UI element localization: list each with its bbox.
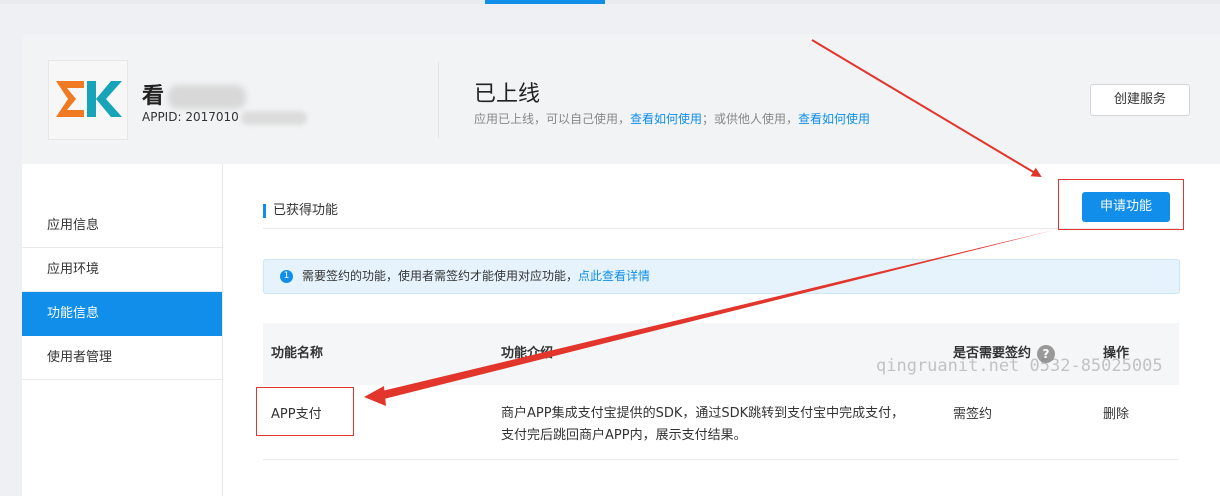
table-row-divider (263, 459, 1179, 460)
feature-description: 商户APP集成支付宝提供的SDK，通过SDK跳转到支付宝中完成支付， 支付完后跳… (501, 406, 905, 443)
sidebar: 应用信息 应用环境 功能信息 使用者管理 (22, 164, 223, 496)
sidebar-item-app-env[interactable]: 应用环境 (22, 248, 222, 292)
section-divider (263, 228, 1179, 229)
redacted-id-blur (240, 110, 307, 125)
delete-link[interactable]: 删除 (1103, 403, 1129, 422)
create-service-button[interactable]: 创建服务 (1090, 84, 1190, 116)
sidebar-item-app-info[interactable]: 应用信息 (22, 204, 222, 248)
annotation-box-apply (1058, 179, 1184, 230)
watermark: qingruanit.net 0532-85025005 (876, 356, 1163, 376)
app-id: APPID: 2017010 (142, 110, 307, 125)
notice-text: 需要签约的功能，使用者需签约才能使用对应功能，点此查看详情 (302, 269, 651, 283)
sign-required-value: 需签约 (953, 407, 993, 422)
notice-details-link[interactable]: 点此查看详情 (578, 269, 650, 283)
how-to-use-link-others[interactable]: 查看如何使用 (798, 112, 870, 126)
app-name-text: 看 (142, 84, 165, 109)
app-name: 看 (142, 78, 247, 110)
app-logo (48, 60, 128, 140)
status-description: 应用已上线，可以自己使用，查看如何使用；或供他人使用，查看如何使用 (474, 112, 871, 126)
header-feature-desc: 功能介绍 (501, 346, 554, 361)
info-notice: 1 需要签约的功能，使用者需签约才能使用对应功能，点此查看详情 (263, 259, 1180, 294)
sidebar-item-user-management[interactable]: 使用者管理 (22, 336, 222, 380)
app-header: 看 APPID: 2017010 已上线 应用已上线，可以自己使用，查看如何使用… (22, 34, 1220, 164)
header-feature-name: 功能名称 (271, 346, 324, 361)
top-nav-bar (0, 0, 1220, 4)
sidebar-item-features[interactable]: 功能信息 (22, 292, 222, 336)
main-card: 看 APPID: 2017010 已上线 应用已上线，可以自己使用，查看如何使用… (22, 34, 1220, 496)
section-title: 已获得功能 (263, 204, 338, 218)
active-tab-indicator[interactable] (485, 0, 605, 4)
status-title: 已上线 (474, 82, 541, 107)
header-divider (438, 62, 439, 138)
app-id-text: APPID: 2017010 (142, 110, 239, 124)
annotation-box-app-pay (256, 387, 354, 436)
how-to-use-link-self[interactable]: 查看如何使用 (630, 112, 702, 126)
info-icon: 1 (280, 270, 293, 283)
sigma-k-logo-icon (56, 81, 122, 117)
redacted-name-blur (168, 85, 247, 109)
